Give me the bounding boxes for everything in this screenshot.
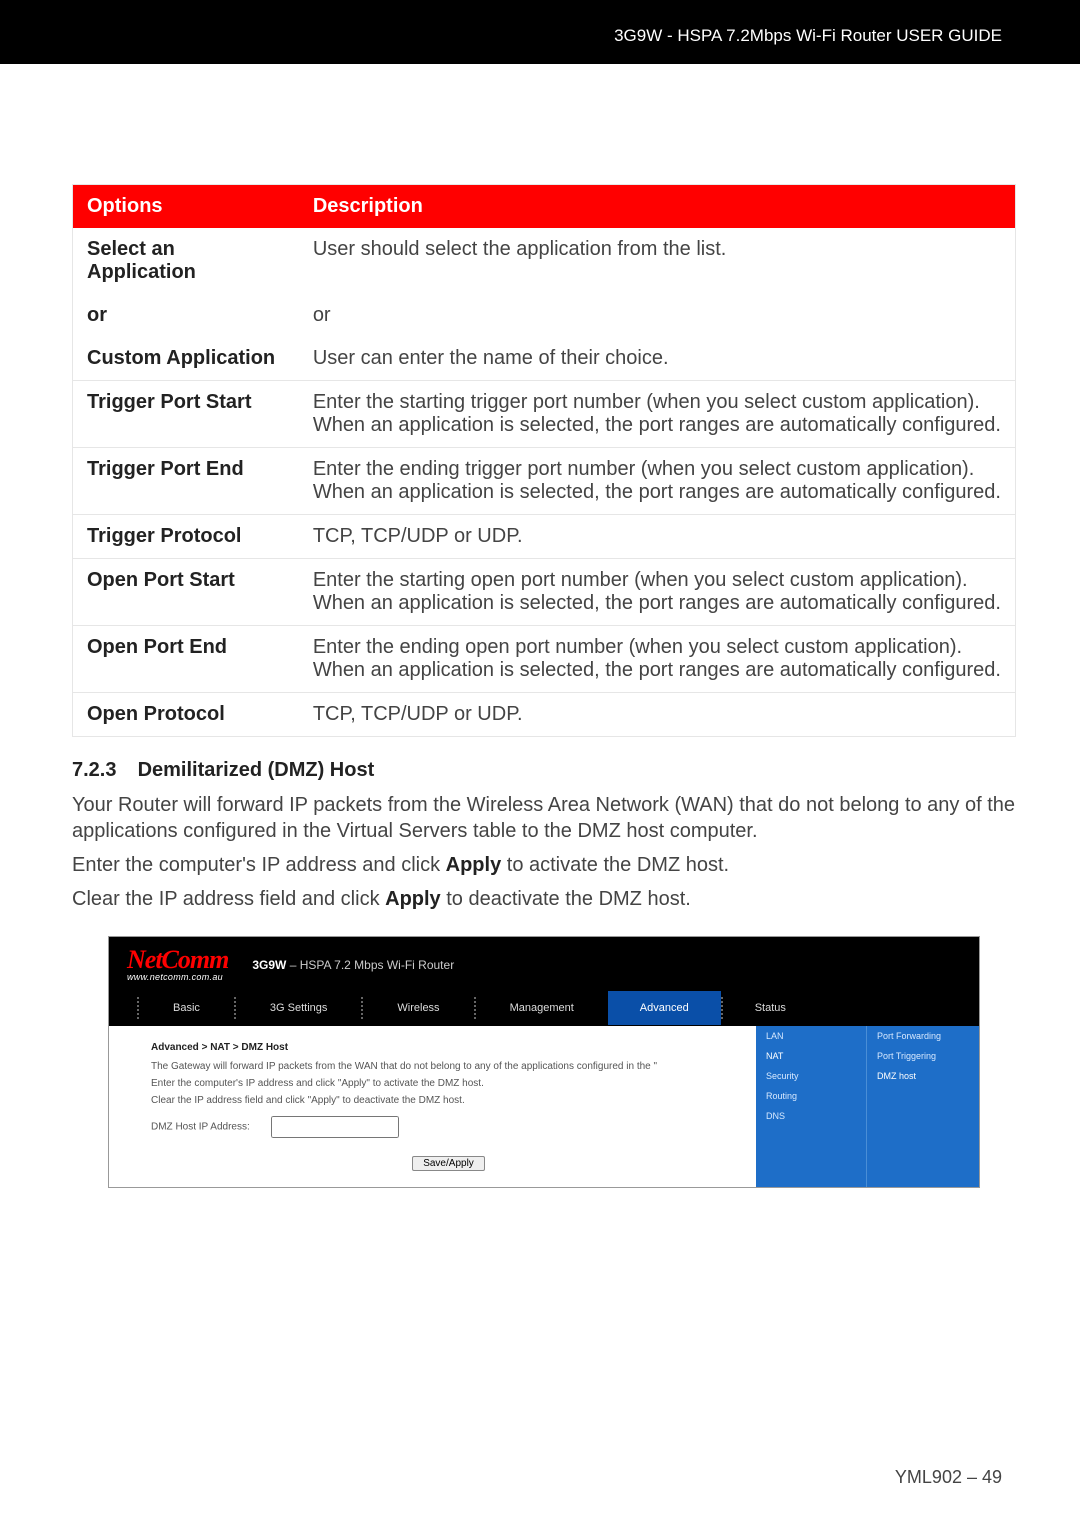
option-desc: User can enter the name of their choice. — [299, 337, 1016, 381]
section-title: Demilitarized (DMZ) Host — [138, 759, 375, 781]
col-options: Options — [73, 185, 299, 229]
main-tabs: Basic3G SettingsWirelessManagementAdvanc… — [109, 990, 979, 1026]
submenu-item-dmz-host[interactable]: DMZ host — [867, 1066, 979, 1086]
save-apply-button[interactable]: Save/Apply — [412, 1156, 485, 1171]
option-desc: User should select the application from … — [299, 228, 1016, 294]
sidebar-item-routing[interactable]: Routing — [756, 1086, 866, 1106]
option-label: Open Port End — [73, 626, 299, 693]
table-row: Trigger Port StartEnter the starting tri… — [73, 381, 1016, 448]
tab-3g-settings[interactable]: 3G Settings — [234, 997, 361, 1019]
submenu-item-port-forwarding[interactable]: Port Forwarding — [867, 1026, 979, 1046]
option-desc: Enter the starting open port number (whe… — [299, 559, 1016, 626]
tab-status[interactable]: Status — [721, 997, 820, 1019]
sidebar-item-lan[interactable]: LAN — [756, 1026, 866, 1046]
sidebar-item-security[interactable]: Security — [756, 1066, 866, 1086]
section-paragraph-3: Clear the IP address field and click App… — [72, 886, 1016, 912]
sidebar-item-dns[interactable]: DNS — [756, 1106, 866, 1126]
section-number: 7.2.3 — [72, 759, 132, 782]
ip-row: DMZ Host IP Address: — [151, 1116, 746, 1138]
option-label: Select an Application — [73, 228, 299, 294]
tab-management[interactable]: Management — [474, 997, 608, 1019]
table-row: Trigger Port EndEnter the ending trigger… — [73, 448, 1016, 515]
table-row: oror — [73, 294, 1016, 337]
option-label: Custom Application — [73, 337, 299, 381]
page-footer: YML902 – 49 — [895, 1467, 1002, 1488]
section-heading: 7.2.3 Demilitarized (DMZ) Host — [72, 759, 1016, 782]
option-label: Trigger Protocol — [73, 515, 299, 559]
section-paragraph-2: Enter the computer's IP address and clic… — [72, 852, 1016, 878]
submenu-item-port-triggering[interactable]: Port Triggering — [867, 1046, 979, 1066]
header-title: 3G9W - HSPA 7.2Mbps Wi-Fi Router USER GU… — [0, 0, 1080, 46]
table-row: Open Port StartEnter the starting open p… — [73, 559, 1016, 626]
option-desc: TCP, TCP/UDP or UDP. — [299, 693, 1016, 737]
tab-basic[interactable]: Basic — [137, 997, 234, 1019]
table-row: Custom ApplicationUser can enter the nam… — [73, 337, 1016, 381]
col-description: Description — [299, 185, 1016, 229]
table-row: Open ProtocolTCP, TCP/UDP or UDP. — [73, 693, 1016, 737]
options-table: Options Description Select an Applicatio… — [72, 184, 1016, 737]
option-desc: Enter the ending open port number (when … — [299, 626, 1016, 693]
option-label: Open Port Start — [73, 559, 299, 626]
screenshot-header: NetComm www.netcomm.com.au 3G9W – HSPA 7… — [109, 937, 979, 990]
table-row: Trigger ProtocolTCP, TCP/UDP or UDP. — [73, 515, 1016, 559]
section-paragraph-1: Your Router will forward IP packets from… — [72, 792, 1016, 844]
table-row: Open Port EndEnter the ending open port … — [73, 626, 1016, 693]
shot-line-1: The Gateway will forward IP packets from… — [151, 1061, 746, 1072]
screenshot-body: Advanced > NAT > DMZ Host The Gateway wi… — [109, 1026, 756, 1187]
screenshot-title: 3G9W – HSPA 7.2 Mbps Wi-Fi Router — [252, 958, 454, 972]
sub-menu: Port ForwardingPort TriggeringDMZ host — [866, 1026, 979, 1187]
shot-line-3: Clear the IP address field and click "Ap… — [151, 1095, 746, 1106]
option-label: or — [73, 294, 299, 337]
tab-advanced[interactable]: Advanced — [608, 991, 721, 1025]
tab-wireless[interactable]: Wireless — [361, 997, 473, 1019]
side-menu: LANNATSecurityRoutingDNS — [756, 1026, 866, 1187]
option-desc: Enter the ending trigger port number (wh… — [299, 448, 1016, 515]
brand-url: www.netcomm.com.au — [127, 973, 228, 982]
table-row: Select an ApplicationUser should select … — [73, 228, 1016, 294]
breadcrumb: Advanced > NAT > DMZ Host — [151, 1042, 746, 1053]
option-label: Open Protocol — [73, 693, 299, 737]
option-desc: TCP, TCP/UDP or UDP. — [299, 515, 1016, 559]
logo-wrap: NetComm www.netcomm.com.au — [127, 947, 228, 982]
option-desc: or — [299, 294, 1016, 337]
option-label: Trigger Port Start — [73, 381, 299, 448]
router-screenshot: NetComm www.netcomm.com.au 3G9W – HSPA 7… — [108, 936, 980, 1188]
brand-logo: NetComm — [127, 947, 228, 973]
sidebar-item-nat[interactable]: NAT — [756, 1046, 866, 1066]
dmz-ip-input[interactable] — [271, 1116, 399, 1138]
shot-line-2: Enter the computer's IP address and clic… — [151, 1078, 746, 1089]
ip-label: DMZ Host IP Address: — [151, 1122, 250, 1133]
option-label: Trigger Port End — [73, 448, 299, 515]
header-bar: 3G9W - HSPA 7.2Mbps Wi-Fi Router USER GU… — [0, 0, 1080, 64]
option-desc: Enter the starting trigger port number (… — [299, 381, 1016, 448]
